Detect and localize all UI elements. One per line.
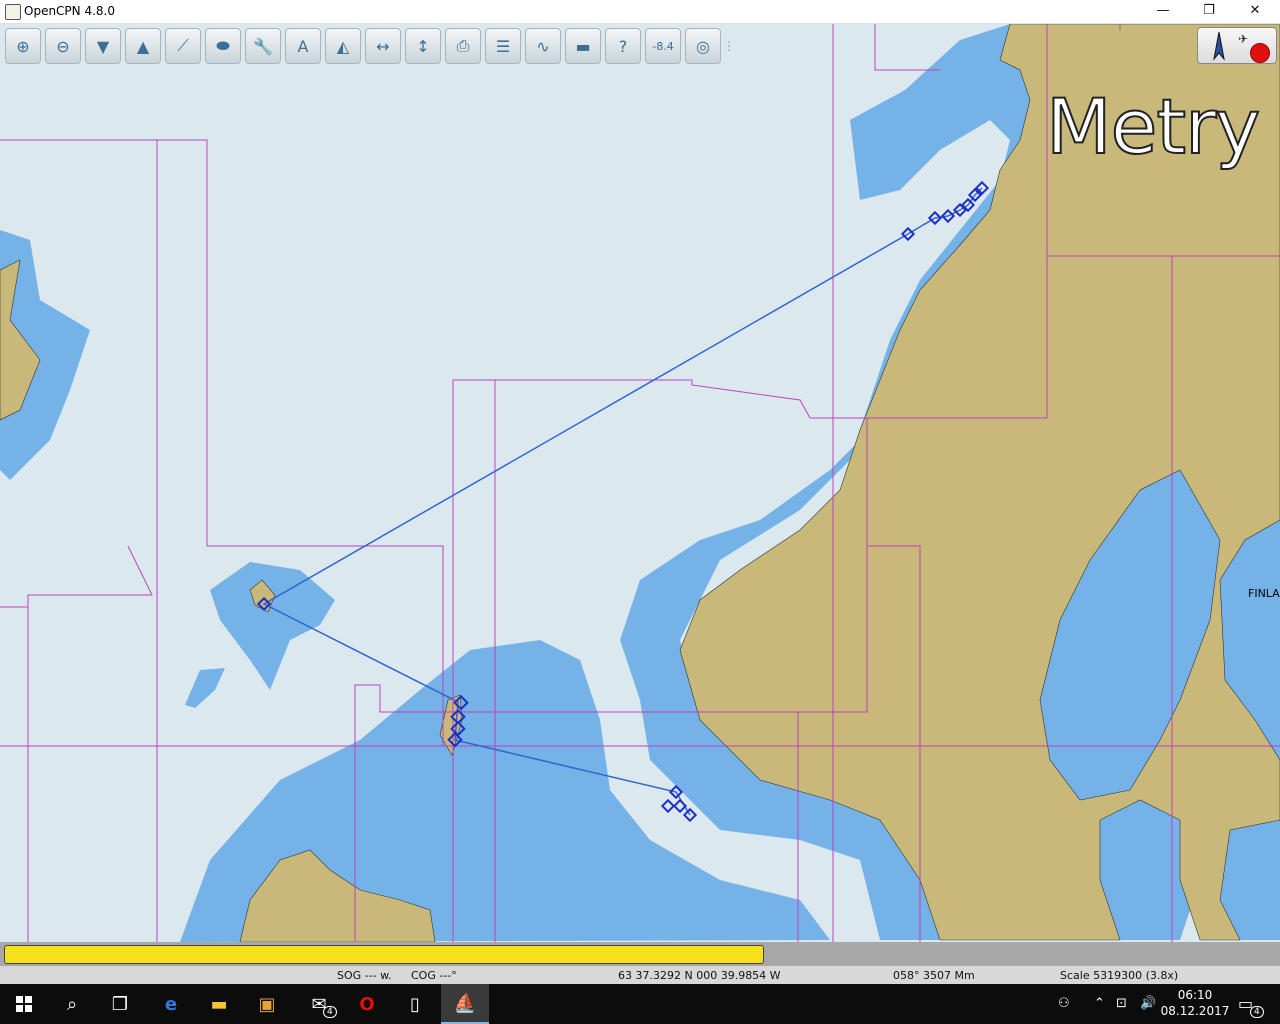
tray-overflow-icon[interactable]: ⌃ — [1094, 996, 1105, 1011]
edge-browser-icon[interactable]: e — [147, 984, 195, 1024]
main-toolbar: ⊕ ⊖ ▼ ▲ ⟋ ⬬ 🔧 A ◭ ↔ ↕ ⎙ ☰ ∿ ▬? -8.4 ◎ ⋮ — [3, 26, 735, 66]
text-button[interactable]: A — [285, 28, 321, 64]
measure-horizontal-icon: ↔ — [376, 36, 390, 56]
options-button[interactable]: 🔧 — [245, 28, 281, 64]
cursor-position-readout: 63 37.3292 N 000 39.9854 W — [618, 969, 781, 982]
notification-badge: 4 — [1250, 1006, 1264, 1018]
task-view-icon[interactable]: ❐ — [96, 984, 144, 1024]
ais-button[interactable]: ◭ — [325, 28, 361, 64]
auto-follow-button[interactable]: ⬬ — [205, 28, 241, 64]
country-label-finland: FINLA — [1248, 587, 1280, 600]
watermark-text: Metry — [1045, 81, 1261, 172]
people-icon[interactable]: ⚇ — [1058, 996, 1070, 1011]
help-icon: ? — [618, 36, 628, 56]
window-title: OpenCPN 4.8.0 — [24, 4, 115, 18]
measure-v-button[interactable]: ↕ — [405, 28, 441, 64]
tide-current-button[interactable]: -8.4 — [645, 28, 681, 64]
ais-icon: ◭ — [336, 36, 350, 56]
north-arrow-icon — [1213, 31, 1225, 61]
scale-in-icon: ▼ — [96, 36, 110, 56]
ship-icon: ⬬ — [216, 36, 230, 55]
tide-icon: -8.4 — [652, 39, 674, 53]
title-bar: OpenCPN 4.8.0 — ❐ ✕ — [0, 0, 1280, 24]
scale-out-icon: ▲ — [136, 36, 150, 56]
mail-icon[interactable]: ✉ 4 — [295, 984, 343, 1024]
gps-status-icon — [1250, 43, 1270, 63]
lifebuoy-icon: ◎ — [696, 36, 710, 56]
windows-logo-icon — [16, 996, 32, 1012]
network-icon[interactable]: ⊡ — [1116, 996, 1127, 1011]
opencpn-app-icon — [5, 4, 21, 20]
mob-button[interactable]: ◎ — [685, 28, 721, 64]
clock-date: 08.12.2017 — [1160, 1004, 1230, 1018]
clock-time: 06:10 — [1177, 988, 1213, 1002]
scale-out-button[interactable]: ▲ — [125, 28, 161, 64]
mail-badge: 4 — [323, 1006, 337, 1018]
document-icon[interactable]: ▯ — [391, 984, 439, 1024]
compass-widget[interactable]: ✈ — [1197, 27, 1277, 64]
help-button[interactable]: ? — [605, 28, 641, 64]
text-icon: A — [297, 36, 309, 56]
zoom-in-button[interactable]: ⊕ — [5, 28, 41, 64]
taskbar-clock[interactable]: 06:10 08.12.2017 — [1160, 987, 1230, 1019]
sog-readout: SOG --- w. — [337, 969, 392, 982]
scale-in-button[interactable]: ▼ — [85, 28, 121, 64]
bearing-distance-readout: 058° 3507 Mm — [893, 969, 975, 982]
status-bar: SOG --- w. COG ---° 63 37.3292 N 000 39.… — [0, 966, 1280, 984]
track-button[interactable]: ∿ — [525, 28, 561, 64]
measure-h-button[interactable]: ↔ — [365, 28, 401, 64]
printer-icon: ⎙ — [456, 36, 470, 55]
chart-bar[interactable] — [0, 942, 1280, 966]
file-explorer-icon[interactable]: ▬ — [195, 984, 243, 1024]
cog-readout: COG ---° — [411, 969, 457, 982]
scale-readout: Scale 5319300 (3.8x) — [1060, 969, 1179, 982]
minimize-button[interactable]: — — [1140, 0, 1186, 23]
route-manager-icon: ☰ — [495, 36, 511, 56]
zoom-out-button[interactable]: ⊖ — [45, 28, 81, 64]
zoom-out-icon: ⊖ — [56, 36, 70, 56]
store-icon[interactable]: ▣ — [243, 984, 291, 1024]
toolbar-grip[interactable]: ⋮ — [723, 28, 735, 64]
create-route-button[interactable]: ⟋ — [165, 28, 201, 64]
wrench-icon: 🔧 — [253, 36, 273, 56]
maximize-button[interactable]: ❐ — [1186, 0, 1232, 23]
notifications-icon[interactable]: ▭ 4 — [1238, 994, 1264, 1018]
windows-taskbar: ⌕ ❐ e ▬ ▣ ✉ 4 O ▯ ⛵ ⚇ ⌃ ⊡ 🔊 06:10 08.12.2… — [0, 984, 1280, 1024]
volume-icon[interactable]: 🔊 — [1140, 996, 1156, 1011]
color-scheme-button[interactable]: ▬ — [565, 28, 601, 64]
zoom-in-icon: ⊕ — [16, 36, 30, 56]
gps-satellite-icon: ✈ — [1238, 32, 1249, 46]
opencpn-taskbar-icon[interactable]: ⛵ — [441, 984, 489, 1024]
track-icon: ∿ — [536, 36, 550, 56]
color-scheme-icon: ▬ — [575, 36, 591, 56]
route-manager-button[interactable]: ☰ — [485, 28, 521, 64]
print-button[interactable]: ⎙ — [445, 28, 481, 64]
chart-bar-active-piano-key[interactable] — [4, 945, 764, 964]
close-button[interactable]: ✕ — [1232, 0, 1278, 23]
search-icon[interactable]: ⌕ — [48, 984, 96, 1024]
route-icon: ⟋ — [177, 36, 189, 55]
measure-vertical-icon: ↕ — [416, 36, 430, 56]
opera-browser-icon[interactable]: O — [343, 984, 391, 1024]
start-button[interactable] — [0, 984, 48, 1024]
